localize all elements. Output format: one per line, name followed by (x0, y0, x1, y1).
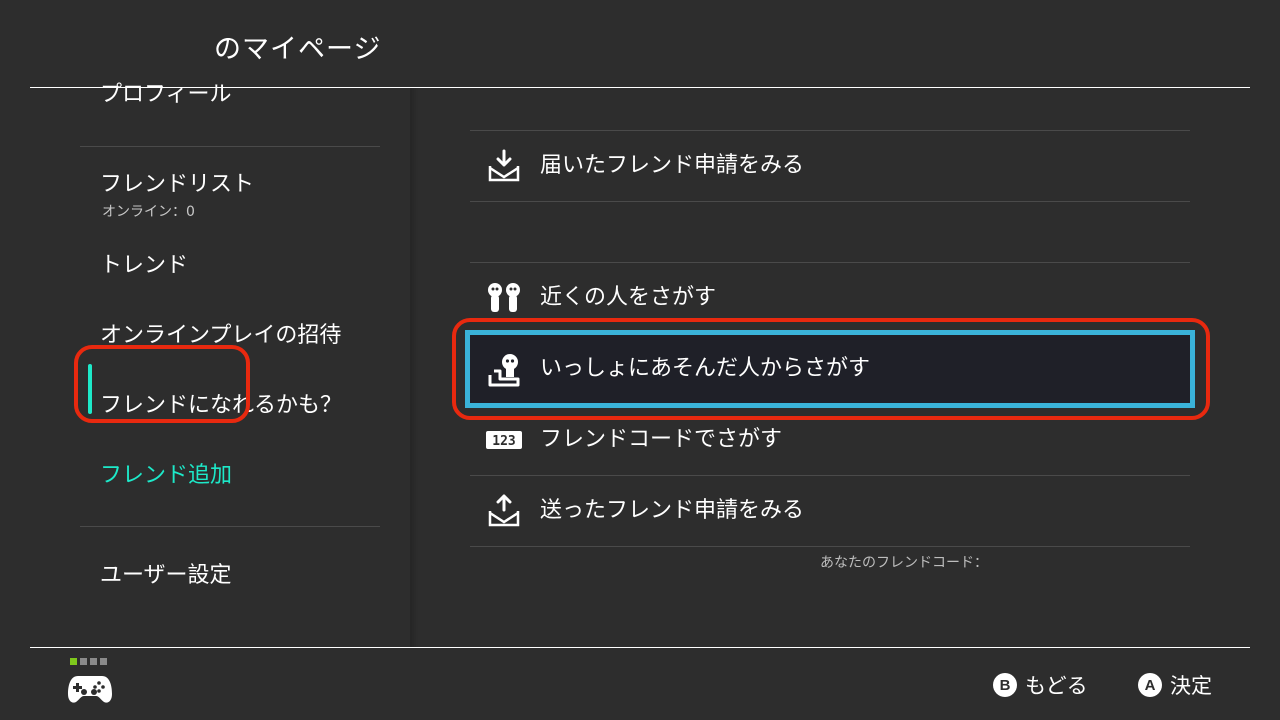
page-title: のマイページ (214, 34, 382, 65)
confirm-label: 決定 (1170, 674, 1212, 698)
received-requests-item[interactable]: 届いたフレンド申請をみる (470, 131, 1190, 201)
sent-requests-label: 送ったフレンド申請をみる (540, 498, 805, 523)
back-label: もどる (1025, 674, 1088, 698)
played-with-search-item[interactable]: いっしょにあそんだ人からさがす (470, 334, 1190, 404)
played-with-icon (488, 354, 520, 387)
nearby-search-label: 近くの人をさがす (540, 285, 717, 310)
sidebar-divider (80, 526, 380, 527)
received-requests-label: 届いたフレンド申請をみる (540, 153, 805, 178)
svg-text:123: 123 (492, 434, 515, 449)
played-with-search-label: いっしょにあそんだ人からさがす (540, 356, 871, 381)
sidebar-selection-indicator (88, 364, 92, 414)
friend-code-label: あなたのフレンドコード： (820, 555, 988, 571)
inbox-download-icon (488, 149, 520, 182)
controller-slot (90, 658, 97, 665)
list-divider (470, 201, 1190, 202)
sidebar-annotation-highlight (74, 345, 250, 423)
friend-code-123-icon: 123 (486, 431, 522, 449)
footer-divider (30, 647, 1250, 648)
controller-slot (100, 658, 107, 665)
controller-slot-active (70, 658, 77, 665)
a-button-icon: A (1138, 673, 1162, 697)
sidebar-divider (80, 146, 380, 147)
list-divider (470, 546, 1190, 547)
sidebar-shadow (410, 88, 418, 648)
online-count-label: オンライン：0 (102, 204, 195, 220)
sidebar-item-trend[interactable]: トレンド (100, 251, 188, 281)
friend-code-search-item[interactable]: 123 フレンドコードでさがす (470, 405, 1190, 475)
nearby-people-icon (488, 283, 520, 312)
sidebar-item-profile[interactable]: プロフィール (100, 80, 232, 110)
sidebar-item-friend-list[interactable]: フレンドリスト (100, 170, 254, 200)
outbox-upload-icon (488, 494, 520, 527)
sent-requests-item[interactable]: 送ったフレンド申請をみる (470, 476, 1190, 546)
sidebar-item-user-settings[interactable]: ユーザー設定 (100, 561, 232, 591)
b-button-icon: B (993, 673, 1017, 697)
sidebar-item-add-friend[interactable]: フレンド追加 (100, 461, 232, 491)
friend-code-search-label: フレンドコードでさがす (540, 427, 783, 452)
controller-slot-indicator (70, 658, 107, 665)
confirm-button[interactable]: A 決定 (1138, 670, 1212, 700)
controller-icon (68, 676, 112, 703)
back-button[interactable]: B もどる (993, 670, 1088, 700)
my-page-screen: のマイページ プロフィール フレンドリスト オンライン：0 トレンド オンライン… (0, 0, 1280, 720)
controller-slot (80, 658, 87, 665)
